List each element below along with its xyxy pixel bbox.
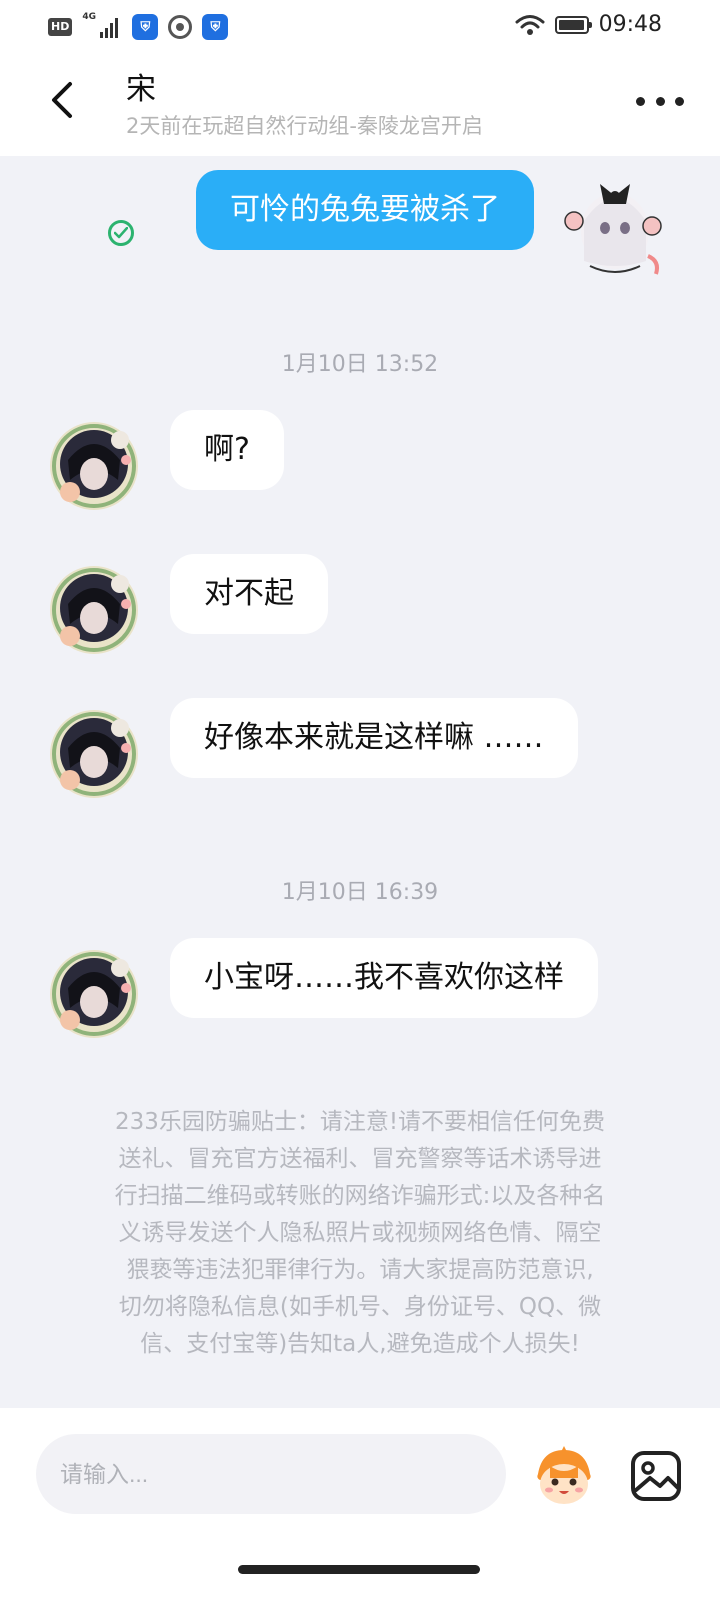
status-bar: HD 4G ⛨ ⛨ 09:48 (0, 0, 720, 56)
timestamp: 1月10日 13:52 (281, 352, 439, 377)
my-avatar[interactable] (560, 166, 666, 276)
tips-line: 送礼、冒充官方送福利、冒充警察等话术诱导进 (118, 1146, 602, 1172)
incoming-message[interactable]: 啊? (170, 410, 284, 490)
incoming-message[interactable]: 对不起 (170, 554, 328, 634)
tips-line: 猥亵等违法犯罪律行为。请大家提高防范意识, (126, 1257, 594, 1283)
tips-line: 信、支付宝等)告知ta人,避免造成个人损失! (140, 1331, 580, 1357)
tips-line: 义诱导发送个人隐私照片或视频网络色情、隔空 (118, 1220, 602, 1246)
anti-fraud-tips: 233乐园防骗贴士：请注意!请不要相信任何免费 送礼、冒充官方送福利、冒充警察等… (60, 1104, 660, 1363)
back-button[interactable] (40, 78, 84, 122)
dark-haired-character-avatar-image (50, 710, 138, 798)
back-arrow-icon (52, 82, 72, 118)
home-indicator[interactable] (238, 1565, 480, 1574)
incoming-message[interactable]: 好像本来就是这样嘛 …… (170, 698, 578, 778)
emoji-button[interactable] (532, 1444, 596, 1508)
message-input[interactable] (36, 1434, 506, 1514)
network-type: 4G (82, 12, 96, 22)
record-icon (168, 15, 193, 39)
sent-check-icon (108, 220, 134, 246)
tips-line: 切勿将隐私信息(如手机号、身份证号、QQ、微 (118, 1294, 602, 1320)
contact-status: 2天前在玩超自然行动组-秦陵龙宫开启 (126, 114, 483, 138)
contact-name: 宋 (126, 72, 156, 107)
timestamp: 1月10日 16:39 (281, 880, 439, 905)
outgoing-message[interactable]: 可怜的兔兔要被杀了 (196, 170, 534, 250)
contact-avatar[interactable] (48, 564, 140, 656)
mascot-emoji-icon (537, 1446, 591, 1504)
signal-icon: 4G (82, 12, 122, 40)
tips-line: 行扫描二维码或转账的网络诈骗形式:以及各种名 (114, 1183, 606, 1209)
wifi-icon (515, 14, 545, 35)
anime-girl-avatar-image (564, 184, 662, 275)
more-icon (636, 96, 645, 106)
status-right: 09:48 (515, 12, 662, 37)
shield-app-icon: ⛨ (132, 14, 159, 40)
chat-area[interactable]: 可怜的兔兔要被杀了 1月10日 13:52 啊? 对不起 好像本来就是这样嘛 …… (0, 156, 720, 1408)
dark-haired-character-avatar-image (50, 566, 138, 654)
shield-app-icon: ⛨ (202, 14, 229, 40)
image-icon (631, 1451, 681, 1501)
battery-icon (554, 15, 592, 34)
incoming-message[interactable]: 小宝呀……我不喜欢你这样 (170, 938, 598, 1018)
contact-avatar[interactable] (48, 708, 140, 800)
tips-line: 233乐园防骗贴士：请注意!请不要相信任何免费 (114, 1109, 606, 1135)
dark-haired-character-avatar-image (50, 422, 138, 510)
status-left: HD 4G ⛨ ⛨ (48, 12, 229, 40)
clock: 09:48 (598, 12, 662, 37)
more-button[interactable] (636, 86, 684, 116)
hd-icon: HD (48, 18, 73, 36)
dark-haired-character-avatar-image (50, 950, 138, 1038)
contact-avatar[interactable] (48, 420, 140, 512)
chat-header: 宋 2天前在玩超自然行动组-秦陵龙宫开启 (0, 56, 720, 156)
image-button[interactable] (628, 1448, 684, 1504)
contact-avatar[interactable] (48, 948, 140, 1040)
